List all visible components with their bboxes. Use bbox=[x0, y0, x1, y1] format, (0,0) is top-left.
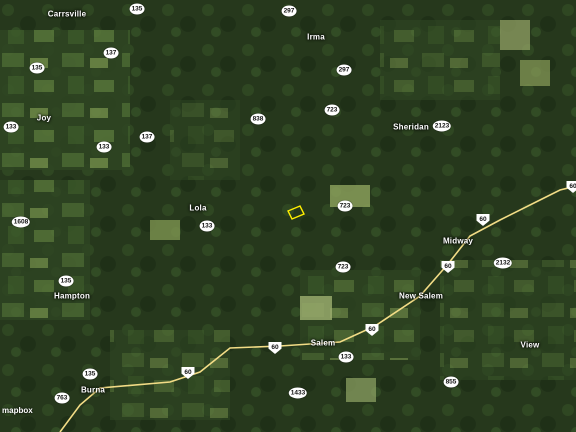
place-label-salem[interactable]: Salem bbox=[311, 339, 336, 348]
place-label-view[interactable]: View bbox=[521, 341, 540, 350]
route-shield: 723 bbox=[337, 200, 353, 212]
place-label-lola[interactable]: Lola bbox=[189, 204, 206, 213]
route-shield: 855 bbox=[443, 376, 459, 388]
route-shield: 723 bbox=[324, 104, 340, 116]
route-shield: 135 bbox=[129, 3, 145, 15]
place-label-midway[interactable]: Midway bbox=[443, 237, 473, 246]
place-label-joy[interactable]: Joy bbox=[37, 114, 51, 123]
place-label-sheridan[interactable]: Sheridan bbox=[393, 123, 429, 132]
mapbox-logo[interactable]: mapbox bbox=[2, 406, 33, 415]
route-shield: 135 bbox=[29, 62, 45, 74]
route-shield: 297 bbox=[336, 64, 352, 76]
place-label-burna[interactable]: Burna bbox=[81, 386, 105, 395]
route-shield: 297 bbox=[281, 5, 297, 17]
route-shield: 133 bbox=[199, 220, 215, 232]
place-label-carrsville[interactable]: Carrsville bbox=[48, 10, 86, 19]
place-label-irma[interactable]: Irma bbox=[307, 33, 325, 42]
place-label-hampton[interactable]: Hampton bbox=[54, 292, 90, 301]
map-canvas[interactable]: Carrsville Irma Joy Sheridan Lola Midway… bbox=[0, 0, 576, 432]
route-shield: 133 bbox=[338, 351, 354, 363]
satellite-imagery bbox=[0, 0, 576, 432]
place-label-new-salem[interactable]: New Salem bbox=[399, 292, 443, 301]
route-shield: 838 bbox=[250, 113, 266, 125]
route-shield: 723 bbox=[335, 261, 351, 273]
route-shield: 135 bbox=[82, 368, 98, 380]
route-shield: 133 bbox=[3, 121, 19, 133]
route-shield: 137 bbox=[139, 131, 155, 143]
route-shield: 135 bbox=[58, 275, 74, 287]
route-shield: 137 bbox=[103, 47, 119, 59]
route-shield: 763 bbox=[54, 392, 70, 404]
route-shield: 133 bbox=[96, 141, 112, 153]
